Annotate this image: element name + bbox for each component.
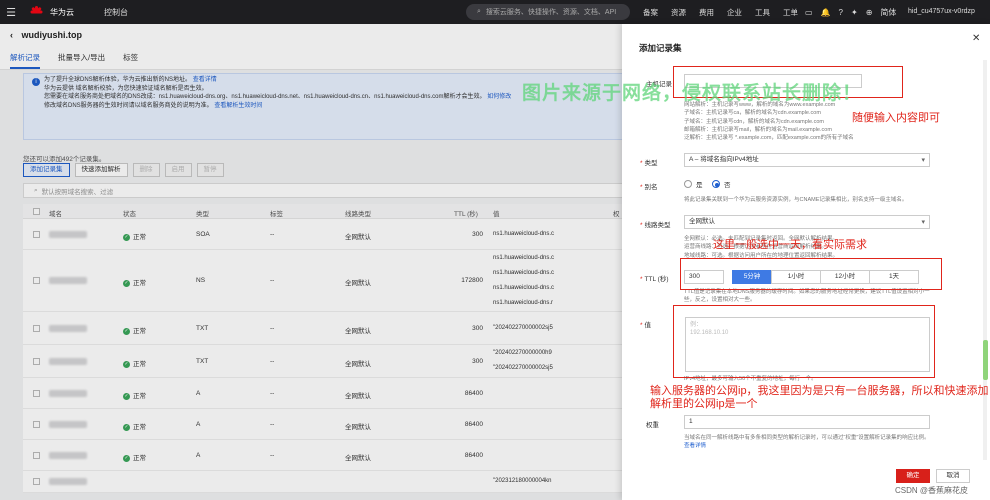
huawei-flower-icon <box>30 6 43 18</box>
value-hint: IPv4地址，最多可输入50个不重复的地址，每行一个。 <box>684 376 817 382</box>
value-label: * 值 <box>640 322 652 329</box>
drawer-title: 添加记录集 <box>639 43 682 53</box>
type-label: * 类型 <box>640 160 658 167</box>
annotation-host: 随便输入内容即可 <box>852 112 940 124</box>
line-select[interactable]: 全网默认 <box>684 215 930 229</box>
top-bar: ☰ 华为云 控制台 ⌕ 搜索云服务、快捷操作、资源、文档、API 备案 资源 费… <box>0 0 990 24</box>
bell-icon[interactable]: 🔔 <box>821 8 831 17</box>
search-placeholder: 搜索云服务、快捷操作、资源、文档、API <box>485 9 617 16</box>
menu-icon[interactable]: ☰ <box>0 6 22 19</box>
ttl-option-1day[interactable]: 1天 <box>869 270 919 284</box>
ttl-option-1hour[interactable]: 1小时 <box>771 270 821 284</box>
top-nav: 备案 资源 费用 企业 工具 工单 <box>643 0 811 24</box>
type-select[interactable]: A – 将域名指向IPv4地址 <box>684 153 930 167</box>
drawer-footer: 确定 取消 <box>896 469 970 483</box>
nav-item-enterprise[interactable]: 企业 <box>727 7 742 18</box>
line-label: * 线路类型 <box>640 222 671 229</box>
radio-icon <box>684 180 692 188</box>
console-link[interactable]: 控制台 <box>104 7 128 18</box>
scrollbar-thumb[interactable] <box>983 340 988 380</box>
nav-item-beian[interactable]: 备案 <box>643 7 658 18</box>
nav-item-tickets[interactable]: 工单 <box>783 7 798 18</box>
language-label[interactable]: 简体 <box>880 7 896 18</box>
csdn-credit: CSDN @香蕉麻花皮 <box>895 486 969 495</box>
screen-icon[interactable]: ▭ <box>805 8 813 17</box>
alias-no-radio[interactable]: 否 <box>712 179 731 189</box>
alias-yes-radio[interactable]: 是 <box>684 179 703 189</box>
nav-item-tools[interactable]: 工具 <box>755 7 770 18</box>
search-icon: ⌕ <box>477 8 481 15</box>
host-hints: 网站解析：主机记录写www，解析的域名为www.example.com 子域名：… <box>684 102 854 142</box>
weight-details-link[interactable]: 查看详情 <box>684 442 930 450</box>
annotation-ttl: 这里一般选中一天，看实际需求 <box>713 239 867 251</box>
watermark: 图片来源于网络，侵权联系站长删除！ <box>522 83 863 104</box>
value-textarea[interactable]: 例： 192.168.10.10 <box>685 317 930 372</box>
alias-hint: 将此记录集关联到一个华为云服务资源实例，与CNAME记录集相比，别名支持一级主域… <box>684 197 908 203</box>
nav-item-resources[interactable]: 资源 <box>671 7 686 18</box>
global-search-input[interactable]: ⌕ 搜索云服务、快捷操作、资源、文档、API <box>466 4 630 20</box>
weight-label: 权重 <box>646 422 659 429</box>
brand-name: 华为云 <box>50 7 74 17</box>
ttl-input[interactable]: 300 <box>684 270 724 284</box>
radio-checked-icon <box>712 180 720 188</box>
ttl-option-12hour[interactable]: 12小时 <box>820 270 870 284</box>
user-name[interactable]: hid_cu4757ux-v0rdzp <box>908 0 975 24</box>
close-icon[interactable]: ✕ <box>972 33 980 44</box>
globe-icon[interactable]: ⊕ <box>866 8 873 17</box>
ttl-label: * TTL (秒) <box>640 276 669 283</box>
top-icons: ▭ 🔔 ? ✦ ⊕ 简体 <box>805 0 904 24</box>
help-icon[interactable]: ? <box>839 8 843 17</box>
ttl-group: 300 5分钟 1小时 12小时 1天 <box>684 270 919 284</box>
annotation-value: 输入服务器的公网ip，我这里因为是只有一台服务器，所以和快速添加 解析里的公网i… <box>650 385 989 410</box>
ttl-option-5min[interactable]: 5分钟 <box>732 270 772 284</box>
confirm-button[interactable]: 确定 <box>896 469 930 483</box>
cancel-button[interactable]: 取消 <box>936 469 970 483</box>
sparkle-icon[interactable]: ✦ <box>851 8 858 17</box>
weight-input[interactable]: 1 <box>684 415 930 429</box>
nav-item-billing[interactable]: 费用 <box>699 7 714 18</box>
alias-label: * 别名 <box>640 184 658 191</box>
ttl-hint: TTL值是记录集在本地DNS服务器的缓存时间。如果您的服务地址经常更换，建议TT… <box>684 289 930 304</box>
weight-hint: 当域名在同一解析线路中有多条相同类型的解析记录时，可以通过“权重”设置解析记录集… <box>684 435 930 450</box>
huawei-logo[interactable]: 华为云 <box>30 6 74 18</box>
